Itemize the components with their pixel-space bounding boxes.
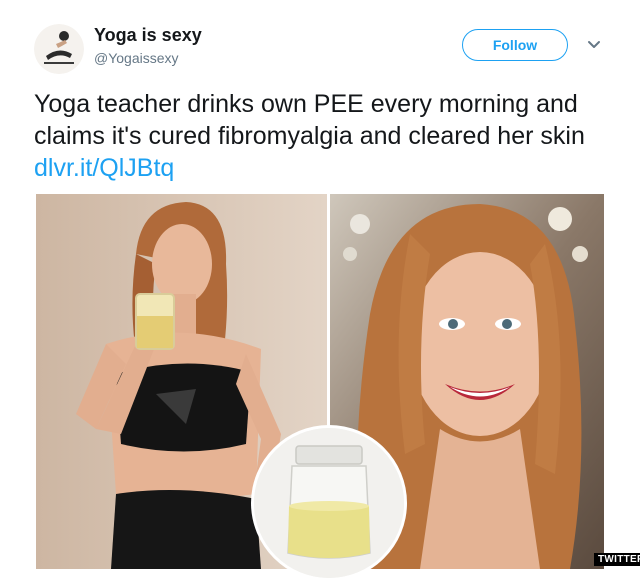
tweet-body: Yoga teacher drinks own PEE every mornin… <box>34 90 585 150</box>
tweet-link[interactable]: dlvr.it/QlJBtq <box>34 154 174 182</box>
jar-inset-image[interactable] <box>254 428 404 578</box>
tweet-card: Yoga is sexy @Yogaissexy Follow Yoga tea… <box>0 0 640 578</box>
chevron-down-icon[interactable] <box>586 38 602 52</box>
follow-button[interactable]: Follow <box>462 29 568 61</box>
display-name[interactable]: Yoga is sexy <box>94 25 202 46</box>
tweet-text: Yoga teacher drinks own PEE every mornin… <box>34 88 624 184</box>
twitter-watermark: TWITTER <box>594 553 640 566</box>
yoga-pose-avatar-icon <box>34 24 84 74</box>
avatar[interactable] <box>34 24 84 74</box>
user-handle[interactable]: @Yogaissexy <box>94 50 179 66</box>
